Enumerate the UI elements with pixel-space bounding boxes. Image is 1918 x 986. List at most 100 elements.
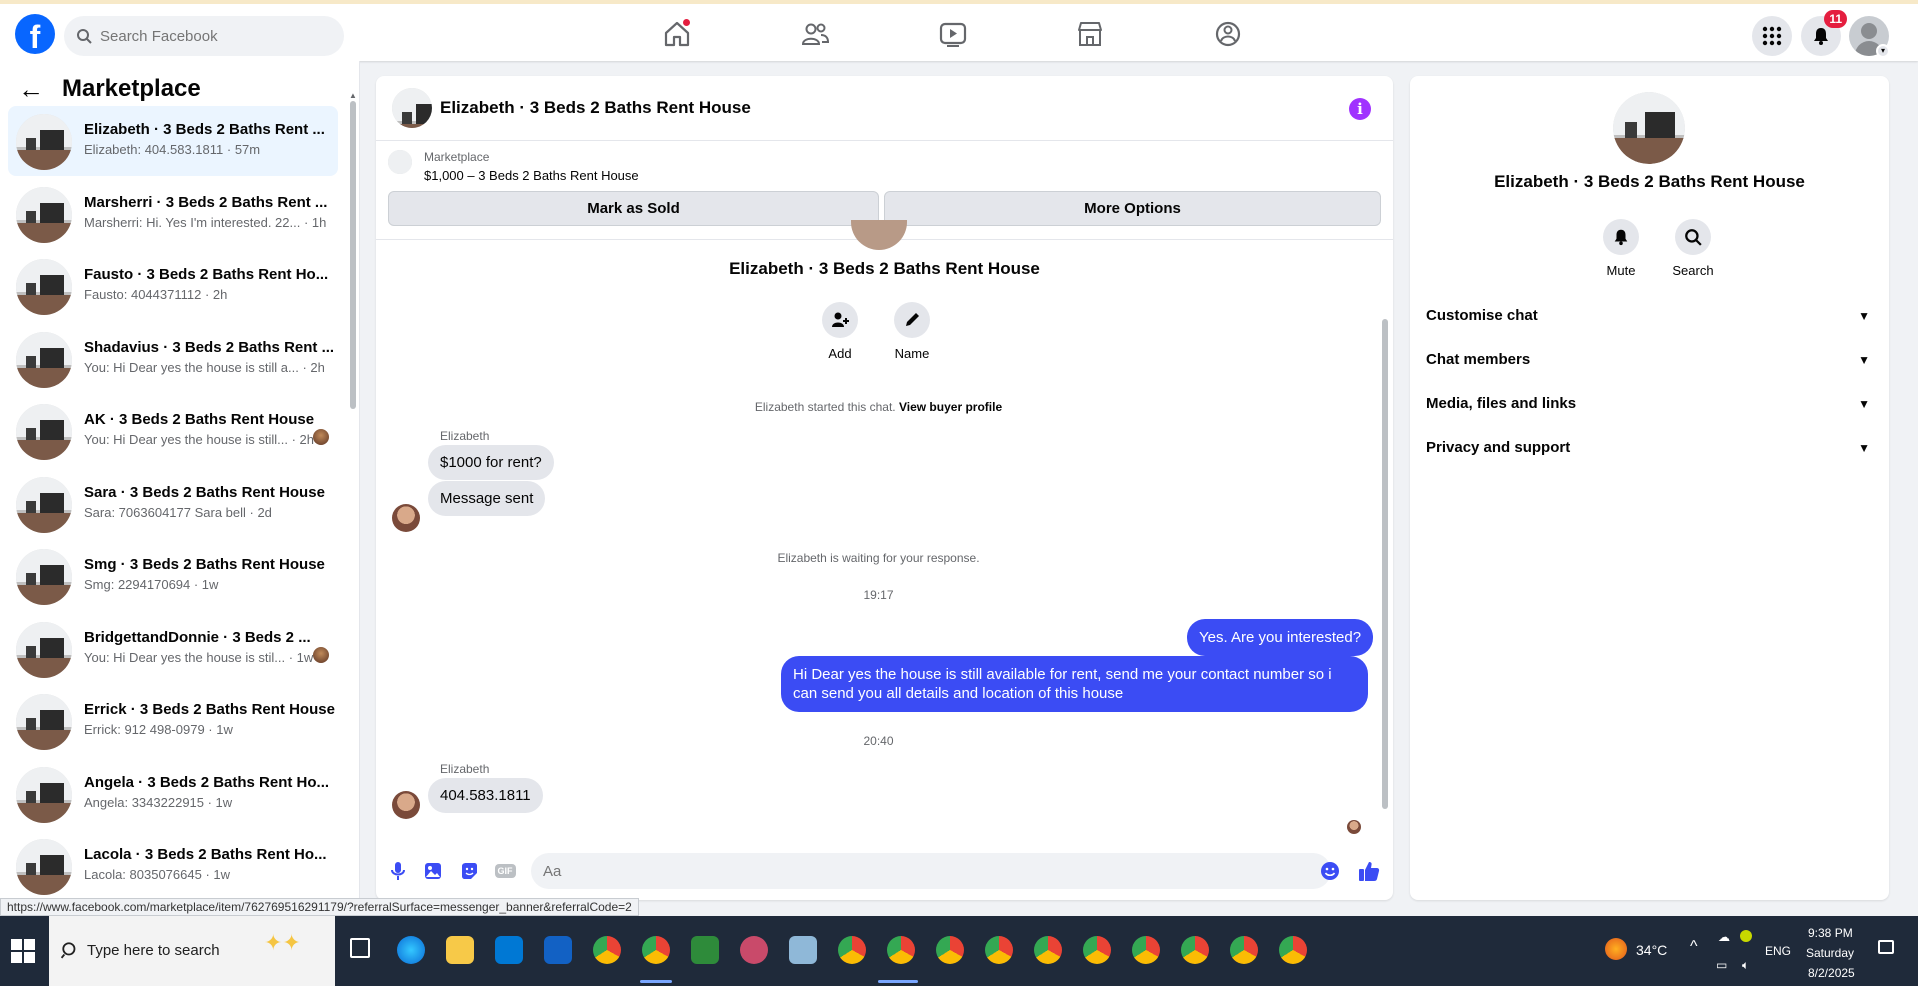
message-input[interactable] xyxy=(531,853,1331,889)
listing-thumbnail xyxy=(16,114,72,170)
sticker-icon[interactable] xyxy=(457,859,481,883)
add-member-button[interactable]: Add xyxy=(810,302,870,361)
chrome-icon[interactable] xyxy=(1279,936,1307,964)
taskbar-search[interactable]: Type here to search ✦✦ xyxy=(49,916,335,986)
top-navigation-bar: f 11 ▾ xyxy=(0,0,1918,61)
outlook-icon[interactable] xyxy=(544,936,572,964)
gaming-icon[interactable] xyxy=(1213,19,1243,49)
conversation-item[interactable]: Marsherri · 3 Beds 2 Baths Rent ... Marsh… xyxy=(8,179,338,249)
clock-date[interactable]: 8/2/2025 xyxy=(1808,966,1855,980)
image-icon[interactable] xyxy=(421,859,445,883)
volume-icon[interactable]: 🔈︎ xyxy=(1742,958,1749,973)
microphone-icon[interactable] xyxy=(386,859,410,883)
sender-avatar[interactable] xyxy=(392,791,420,819)
weather-icon[interactable] xyxy=(1605,938,1627,960)
edge-icon[interactable] xyxy=(397,936,425,964)
chat-title[interactable]: Elizabeth · 3 Beds 2 Baths Rent House xyxy=(440,98,751,118)
incoming-message[interactable]: 404.583.1811 xyxy=(428,778,543,813)
chevron-up-icon[interactable]: ^ xyxy=(1690,938,1698,956)
sidebar-scrollbar[interactable]: ▲ xyxy=(349,91,357,906)
outgoing-message[interactable]: Hi Dear yes the house is still available… xyxy=(781,656,1368,712)
notifications-button[interactable]: 11 xyxy=(1801,10,1847,56)
back-arrow-icon[interactable]: ← xyxy=(18,74,44,104)
store-icon[interactable] xyxy=(495,936,523,964)
conversation-item[interactable]: Shadavius · 3 Beds 2 Baths Rent ... You: … xyxy=(8,324,338,394)
chrome-icon[interactable] xyxy=(838,936,866,964)
facebook-logo[interactable]: f xyxy=(15,14,55,54)
chat-members-row[interactable]: Chat members ▼ xyxy=(1426,340,1876,380)
windows-start-icon[interactable] xyxy=(10,938,36,964)
chrome-icon[interactable] xyxy=(593,936,621,964)
customise-chat-row[interactable]: Customise chat ▼ xyxy=(1426,296,1876,336)
cloud-icon[interactable]: ☁ xyxy=(1718,930,1730,944)
listing-thumbnail xyxy=(16,476,72,533)
marketplace-banner[interactable] xyxy=(376,142,1393,192)
outgoing-message[interactable]: Yes. Are you interested? xyxy=(1187,619,1374,656)
chrome-icon[interactable] xyxy=(1083,936,1111,964)
sender-avatar[interactable] xyxy=(392,504,420,532)
conversation-item[interactable]: Smg · 3 Beds 2 Baths Rent House Smg: 2294… xyxy=(8,541,338,611)
notepad-icon[interactable] xyxy=(691,936,719,964)
like-icon[interactable] xyxy=(1357,859,1381,883)
view-buyer-profile-link[interactable]: View buyer profile xyxy=(899,400,1002,414)
incoming-message[interactable]: $1000 for rent? xyxy=(428,445,554,480)
conversation-item[interactable]: Sara · 3 Beds 2 Baths Rent House Sara: 70… xyxy=(8,469,338,539)
task-view-icon[interactable] xyxy=(350,938,370,958)
marketplace-icon[interactable] xyxy=(1075,19,1105,49)
temperature[interactable]: 34°C xyxy=(1636,942,1667,958)
more-options-button[interactable]: More Options xyxy=(884,191,1381,226)
chevron-down-icon: ▼ xyxy=(1858,441,1870,455)
friends-icon[interactable] xyxy=(800,19,830,49)
conversation-item[interactable]: Errick · 3 Beds 2 Baths Rent House Errick… xyxy=(8,686,338,756)
chevron-down-icon[interactable]: ▾ xyxy=(1876,44,1890,58)
tray-app-icon[interactable] xyxy=(1740,930,1752,942)
chat-scrollbar[interactable] xyxy=(1379,239,1391,839)
conversation-item[interactable]: Angela · 3 Beds 2 Baths Rent Ho... Angela… xyxy=(8,759,338,829)
chrome-icon[interactable] xyxy=(1034,936,1062,964)
chrome-icon[interactable] xyxy=(1230,936,1258,964)
network-icon[interactable]: ▭ xyxy=(1716,958,1727,972)
incoming-message[interactable]: Message sent xyxy=(428,481,546,516)
gif-icon[interactable]: GIF xyxy=(493,859,517,883)
search-bar[interactable] xyxy=(64,16,344,56)
info-icon[interactable]: i xyxy=(1349,98,1371,120)
notification-center-icon[interactable] xyxy=(1878,940,1894,954)
conversation-item[interactable]: Lacola · 3 Beds 2 Baths Rent Ho... Lacola… xyxy=(8,831,338,901)
conversation-item[interactable]: AK · 3 Beds 2 Baths Rent House You: Hi De… xyxy=(8,396,338,466)
search-in-chat-button[interactable]: Search xyxy=(1663,219,1723,278)
chrome-icon[interactable] xyxy=(1132,936,1160,964)
privacy-support-row[interactable]: Privacy and support ▼ xyxy=(1426,428,1876,468)
emoji-icon[interactable] xyxy=(1318,859,1342,883)
listing-thumbnail xyxy=(16,404,72,460)
clock-time[interactable]: 9:38 PM xyxy=(1808,926,1853,940)
edit-name-button[interactable]: Name xyxy=(882,302,942,361)
conversation-item[interactable]: Fausto · 3 Beds 2 Baths Rent Ho... Fausto… xyxy=(8,251,338,321)
banner-item[interactable]: $1,000 – 3 Beds 2 Baths Rent House xyxy=(424,168,639,183)
chrome-icon[interactable] xyxy=(936,936,964,964)
conversation-item[interactable]: BridgettandDonnie · 3 Beds 2 ... You: Hi … xyxy=(8,614,338,684)
home-icon[interactable] xyxy=(662,19,692,49)
menu-grid-button[interactable] xyxy=(1752,16,1792,56)
file-explorer-icon[interactable] xyxy=(446,936,474,964)
app-icon[interactable] xyxy=(789,936,817,964)
clock-day[interactable]: Saturday xyxy=(1806,946,1854,960)
message-composer: GIF xyxy=(376,848,1393,900)
thread-chat-name: Elizabeth · 3 Beds 2 Baths Rent House xyxy=(729,259,1040,278)
media-files-links-row[interactable]: Media, files and links ▼ xyxy=(1426,384,1876,424)
chrome-icon[interactable] xyxy=(1181,936,1209,964)
app-icon[interactable] xyxy=(740,936,768,964)
mute-button[interactable]: Mute xyxy=(1591,219,1651,278)
language-indicator[interactable]: ENG xyxy=(1765,944,1791,958)
chrome-icon[interactable] xyxy=(985,936,1013,964)
chrome-icon[interactable] xyxy=(887,936,915,964)
mark-as-sold-button[interactable]: Mark as Sold xyxy=(388,191,879,226)
listing-thumbnail[interactable] xyxy=(392,88,432,128)
listing-thumbnail xyxy=(16,549,72,605)
chrome-profile-icon[interactable] xyxy=(642,936,670,964)
conversation-item[interactable]: Elizabeth · 3 Beds 2 Baths Rent ... Eliza… xyxy=(8,106,338,176)
search-input[interactable] xyxy=(100,16,330,56)
listing-thumbnail xyxy=(16,621,72,678)
listing-thumbnail xyxy=(16,839,72,895)
video-icon[interactable] xyxy=(938,19,968,49)
chat-details-avatar[interactable] xyxy=(1613,92,1685,164)
